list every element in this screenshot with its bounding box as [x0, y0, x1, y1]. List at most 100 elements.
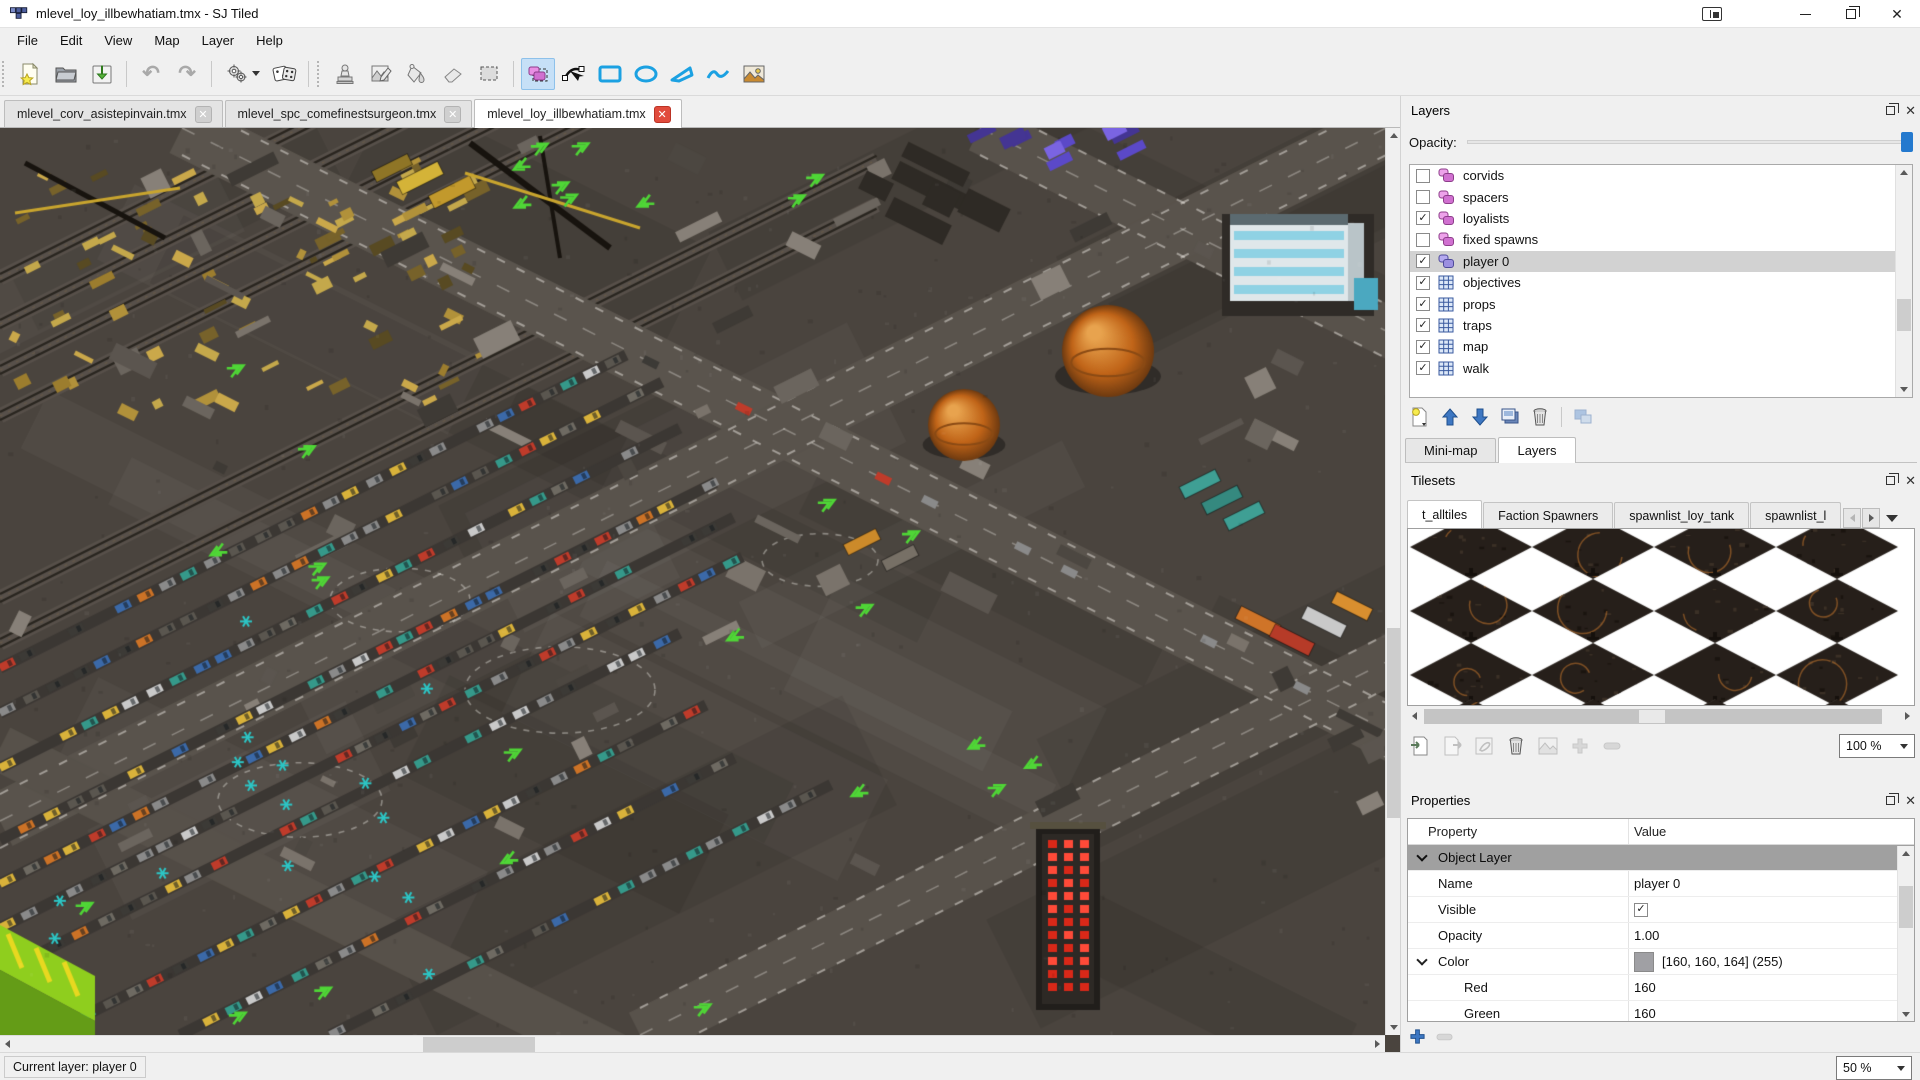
layer-opacity-slider[interactable]	[1467, 132, 1913, 152]
delete-layer-button[interactable]	[1527, 405, 1553, 429]
map-zoom-combobox[interactable]: 50 %	[1836, 1056, 1912, 1080]
restore-button[interactable]	[1828, 0, 1874, 28]
insert-polyline-button[interactable]	[701, 58, 735, 90]
edit-tileset-button[interactable]	[1471, 734, 1497, 758]
terrain-brush-button[interactable]	[364, 58, 398, 90]
document-tab[interactable]: mlevel_loy_illbewhatiam.tmx ✕	[474, 99, 681, 128]
highlight-layer-button[interactable]	[1570, 405, 1596, 429]
tileset-tiles[interactable]	[1408, 529, 1914, 705]
layer-row[interactable]: ✓ props	[1410, 293, 1912, 314]
new-tileset-button[interactable]	[1407, 734, 1433, 758]
map-hscroll-thumb[interactable]	[423, 1037, 535, 1052]
layer-list-scroll-thumb[interactable]	[1897, 299, 1911, 331]
map-horizontal-scrollbar[interactable]	[0, 1035, 1385, 1052]
tileset-tab[interactable]: spawnlist_l	[1750, 502, 1841, 528]
layer-visibility-checkbox[interactable]: ✓	[1416, 233, 1430, 247]
tileset-tab[interactable]: Faction Spawners	[1483, 502, 1613, 528]
toolbar-grip[interactable]	[317, 61, 325, 87]
properties-scrollbar[interactable]	[1897, 846, 1914, 1022]
tileset-tabs-scroll-right[interactable]	[1862, 508, 1880, 528]
document-tab[interactable]: mlevel_spc_comefinestsurgeon.tmx ✕	[225, 100, 473, 127]
tileset-tab[interactable]: t_alltiles	[1407, 500, 1482, 528]
float-panel-icon[interactable]	[1886, 476, 1895, 485]
tileset-image-button[interactable]	[1535, 734, 1561, 758]
property-row-visible[interactable]: Visible ✓	[1408, 897, 1914, 923]
fill-tool-button[interactable]	[400, 58, 434, 90]
minimize-button[interactable]	[1782, 0, 1828, 28]
tileset-horizontal-scrollbar[interactable]	[1407, 708, 1915, 725]
lower-layer-button[interactable]	[1467, 405, 1493, 429]
property-row-green[interactable]: Green 160	[1408, 1001, 1914, 1022]
layer-visibility-checkbox[interactable]: ✓	[1416, 169, 1430, 183]
select-objects-button[interactable]	[521, 58, 555, 90]
visible-checkbox[interactable]: ✓	[1634, 903, 1648, 917]
menu-layer[interactable]: Layer	[191, 30, 246, 51]
tileset-tab[interactable]: spawnlist_loy_tank	[1614, 502, 1749, 528]
property-value[interactable]: 160	[1628, 980, 1914, 995]
document-tab[interactable]: mlevel_corv_asistepinvain.tmx ✕	[4, 100, 223, 127]
layer-visibility-checkbox[interactable]: ✓	[1416, 297, 1430, 311]
duplicate-layer-button[interactable]	[1497, 405, 1523, 429]
color-swatch[interactable]	[1634, 952, 1654, 972]
layer-row[interactable]: ✓ walk	[1410, 358, 1912, 379]
slider-handle[interactable]	[1901, 132, 1913, 152]
property-value[interactable]: 1.00	[1628, 928, 1914, 943]
save-file-button[interactable]	[85, 58, 119, 90]
close-panel-icon[interactable]: ✕	[1905, 104, 1916, 117]
toolbar-grip[interactable]	[2, 61, 10, 87]
layer-row[interactable]: ✓ traps	[1410, 315, 1912, 336]
open-file-button[interactable]	[49, 58, 83, 90]
property-row-opacity[interactable]: Opacity 1.00	[1408, 923, 1914, 949]
property-value[interactable]: 160	[1628, 1006, 1914, 1021]
layer-row[interactable]: ✓ objectives	[1410, 272, 1912, 293]
layer-visibility-checkbox[interactable]: ✓	[1416, 211, 1430, 225]
insert-rectangle-button[interactable]	[593, 58, 627, 90]
commands-button[interactable]	[219, 58, 265, 90]
tileset-tabs-scroll-left[interactable]	[1843, 508, 1861, 528]
random-mode-button[interactable]	[267, 58, 301, 90]
property-group-row[interactable]: Object Layer	[1408, 845, 1914, 871]
close-panel-icon[interactable]: ✕	[1905, 794, 1916, 807]
tileset-tabs-menu-icon[interactable]	[1886, 515, 1898, 522]
properties-scroll-thumb[interactable]	[1899, 886, 1913, 928]
map-vertical-scrollbar[interactable]	[1385, 128, 1400, 1035]
layer-visibility-checkbox[interactable]: ✓	[1416, 361, 1430, 375]
redo-button[interactable]: ↷	[170, 58, 204, 90]
stamp-brush-button[interactable]	[328, 58, 362, 90]
layer-visibility-checkbox[interactable]: ✓	[1416, 276, 1430, 290]
float-panel-icon[interactable]	[1886, 796, 1895, 805]
close-panel-icon[interactable]: ✕	[1905, 474, 1916, 487]
insert-tile-button[interactable]	[737, 58, 771, 90]
layer-row[interactable]: ✓ map	[1410, 336, 1912, 357]
insert-polygon-button[interactable]	[665, 58, 699, 90]
layer-list-scrollbar[interactable]	[1895, 165, 1912, 397]
tab-mini-map[interactable]: Mini-map	[1405, 438, 1496, 462]
menu-file[interactable]: File	[6, 30, 49, 51]
layer-row[interactable]: ✓ fixed spawns	[1410, 229, 1912, 250]
menu-map[interactable]: Map	[143, 30, 190, 51]
tab-layers[interactable]: Layers	[1498, 437, 1575, 463]
float-panel-icon[interactable]	[1886, 106, 1895, 115]
property-row-color[interactable]: Color [160, 160, 164] (255)	[1408, 949, 1914, 975]
tab-close-icon[interactable]: ✕	[654, 106, 671, 123]
insert-ellipse-button[interactable]	[629, 58, 663, 90]
menu-edit[interactable]: Edit	[49, 30, 93, 51]
tab-close-icon[interactable]: ✕	[444, 106, 461, 123]
tileset-view[interactable]	[1407, 528, 1915, 706]
undo-button[interactable]: ↶	[134, 58, 168, 90]
property-row-red[interactable]: Red 160	[1408, 975, 1914, 1001]
edit-polygons-button[interactable]	[557, 58, 591, 90]
tileset-zoom-combobox[interactable]: 100 %	[1839, 734, 1915, 758]
close-button[interactable]: ✕	[1874, 0, 1920, 28]
delete-tileset-button[interactable]	[1503, 734, 1529, 758]
new-file-button[interactable]	[13, 58, 47, 90]
panel-layout-icon[interactable]	[1702, 7, 1722, 21]
tab-close-icon[interactable]: ✕	[195, 106, 212, 123]
menu-help[interactable]: Help	[245, 30, 294, 51]
property-value[interactable]: player 0	[1628, 876, 1914, 891]
menu-view[interactable]: View	[93, 30, 143, 51]
layer-visibility-checkbox[interactable]: ✓	[1416, 254, 1430, 268]
add-property-button[interactable]	[1409, 1028, 1426, 1045]
rect-select-button[interactable]	[472, 58, 506, 90]
layer-row[interactable]: ✓ player 0	[1410, 251, 1912, 272]
